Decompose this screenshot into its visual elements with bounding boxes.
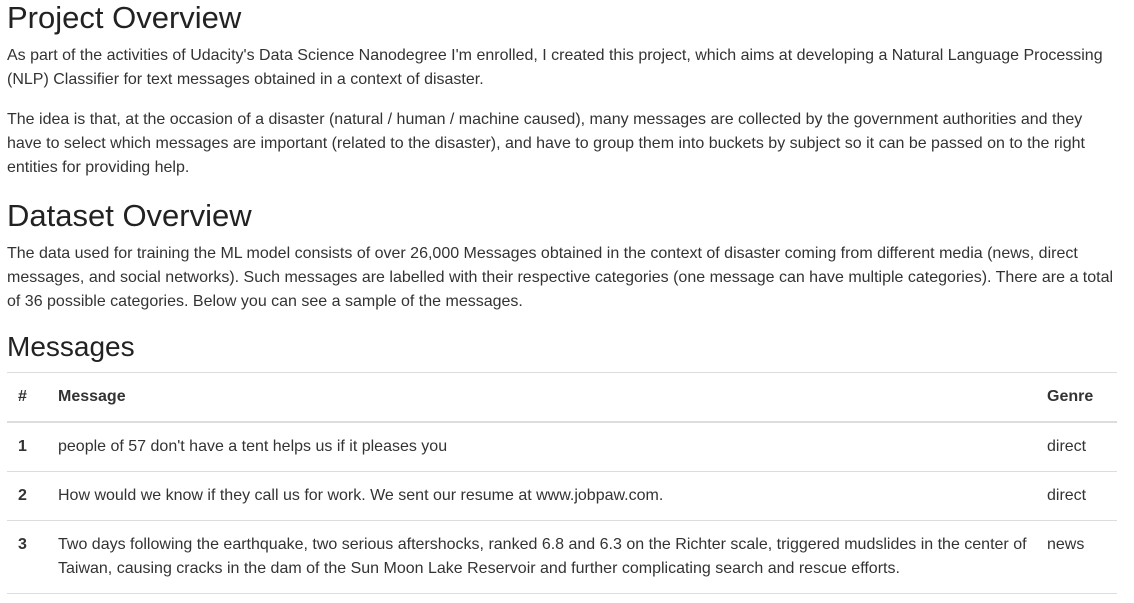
messages-table: # Message Genre 1 people of 57 don't hav… [7, 372, 1117, 594]
row-genre: direct [1037, 471, 1117, 521]
dataset-overview-title: Dataset Overview [7, 198, 252, 233]
row-message: How would we know if they call us for wo… [48, 471, 1037, 521]
page: Project Overview As part of the activiti… [0, 0, 1134, 603]
table-row: 3 Two days following the earthquake, two… [7, 520, 1117, 594]
project-paragraph-2: The idea is that, at the occasion of a d… [7, 111, 1085, 176]
row-genre: direct [1037, 422, 1117, 472]
column-header-genre: Genre [1037, 372, 1117, 423]
row-number: 2 [7, 471, 48, 521]
table-row: 1 people of 57 don't have a tent helps u… [7, 422, 1117, 472]
row-number: 1 [7, 422, 48, 472]
column-header-number: # [7, 372, 48, 423]
messages-title: Messages [7, 331, 135, 362]
row-number: 3 [7, 520, 48, 594]
row-genre: news [1037, 520, 1117, 594]
table-header-row: # Message Genre [7, 372, 1117, 423]
row-message: people of 57 don't have a tent helps us … [48, 422, 1037, 472]
row-message: Two days following the earthquake, two s… [48, 520, 1037, 594]
table-row: 2 How would we know if they call us for … [7, 471, 1117, 521]
project-paragraph-1: As part of the activities of Udacity's D… [7, 47, 1103, 88]
project-overview-title: Project Overview [7, 0, 242, 35]
column-header-message: Message [48, 372, 1037, 423]
dataset-paragraph: The data used for training the ML model … [7, 245, 1114, 310]
